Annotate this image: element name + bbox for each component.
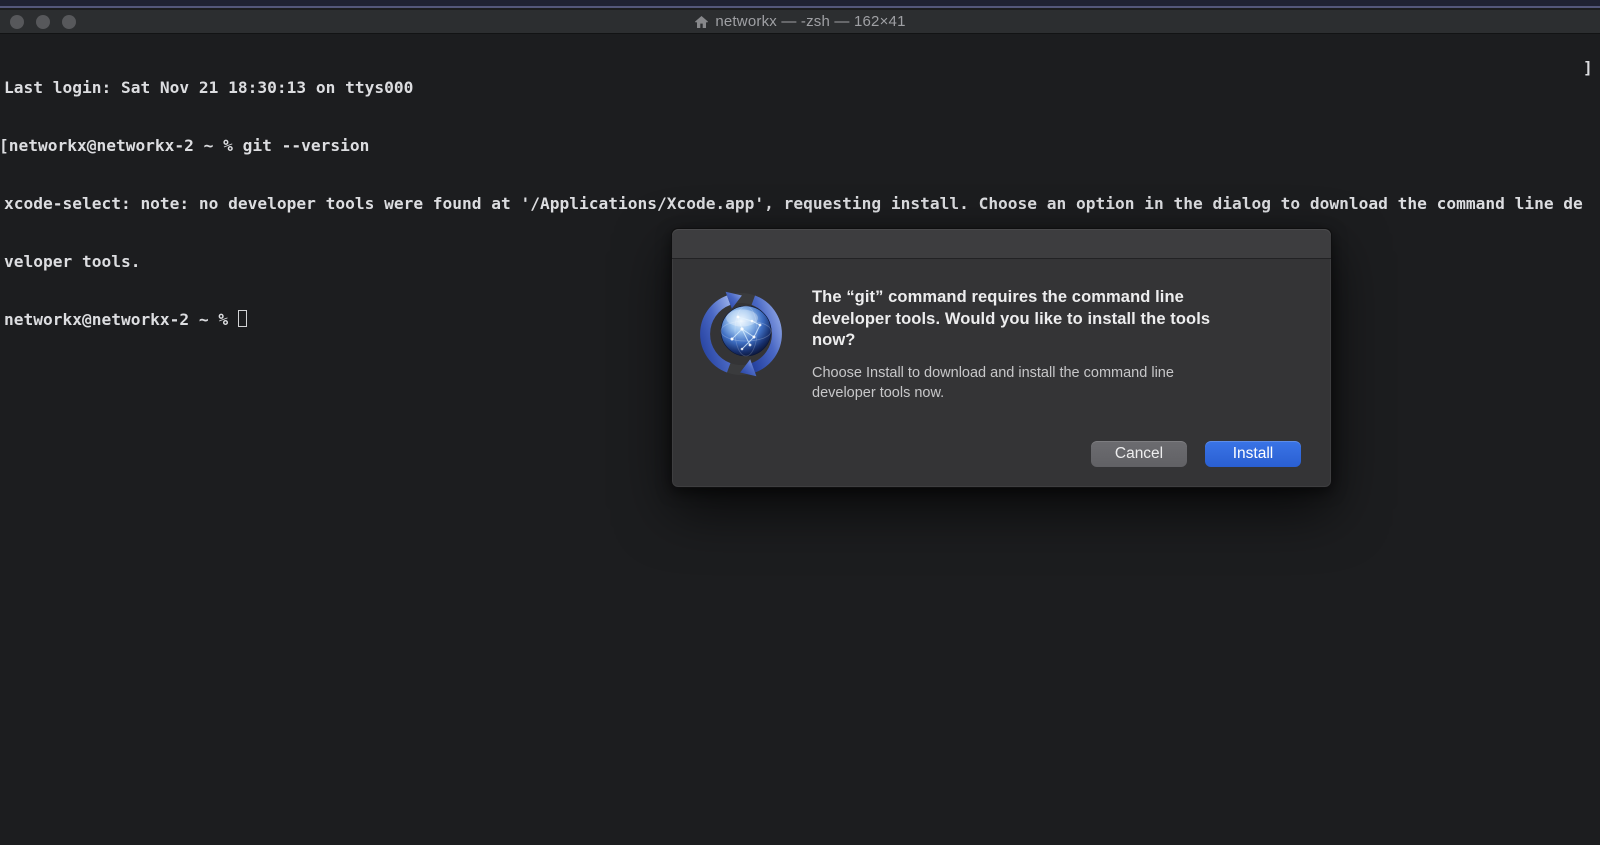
dialog-title-line: now? <box>812 330 1282 352</box>
cancel-button[interactable]: Cancel <box>1091 441 1187 467</box>
terminal-line: Last login: Sat Nov 21 18:30:13 on ttys0… <box>4 78 1583 97</box>
menu-bar-strip <box>0 0 1600 8</box>
minimize-button[interactable] <box>36 15 50 29</box>
install-button[interactable]: Install <box>1205 441 1301 467</box>
terminal-wrap-bracket: ] <box>1583 58 1593 77</box>
terminal-line: xcode-select: note: no developer tools w… <box>4 194 1583 213</box>
dialog-body-line: developer tools now. <box>812 384 1282 404</box>
software-update-icon <box>694 287 790 383</box>
dialog-title-line: The “git” command requires the command l… <box>812 287 1282 309</box>
terminal-titlebar[interactable]: networkx — -zsh — 162×41 <box>0 10 1600 34</box>
terminal-line: [networkx@networkx-2 ~ % git --version <box>0 136 1583 155</box>
dialog-body: Choose Install to download and install t… <box>812 364 1282 403</box>
dialog-body-line: Choose Install to download and install t… <box>812 364 1282 384</box>
terminal-prompt: networkx@networkx-2 ~ % <box>4 310 238 329</box>
window-controls <box>10 15 76 29</box>
dialog-title: The “git” command requires the command l… <box>812 287 1282 352</box>
terminal-cursor <box>238 310 247 327</box>
dialog-titlebar[interactable] <box>672 229 1331 259</box>
home-icon <box>694 15 709 29</box>
developer-tools-dialog: The “git” command requires the command l… <box>671 228 1332 488</box>
window-title: networkx — -zsh — 162×41 <box>715 13 905 30</box>
close-button[interactable] <box>10 15 24 29</box>
window-title-group: networkx — -zsh — 162×41 <box>0 13 1600 30</box>
zoom-button[interactable] <box>62 15 76 29</box>
dialog-buttons: Cancel Install <box>1091 441 1301 467</box>
dialog-title-line: developer tools. Would you like to insta… <box>812 309 1282 331</box>
